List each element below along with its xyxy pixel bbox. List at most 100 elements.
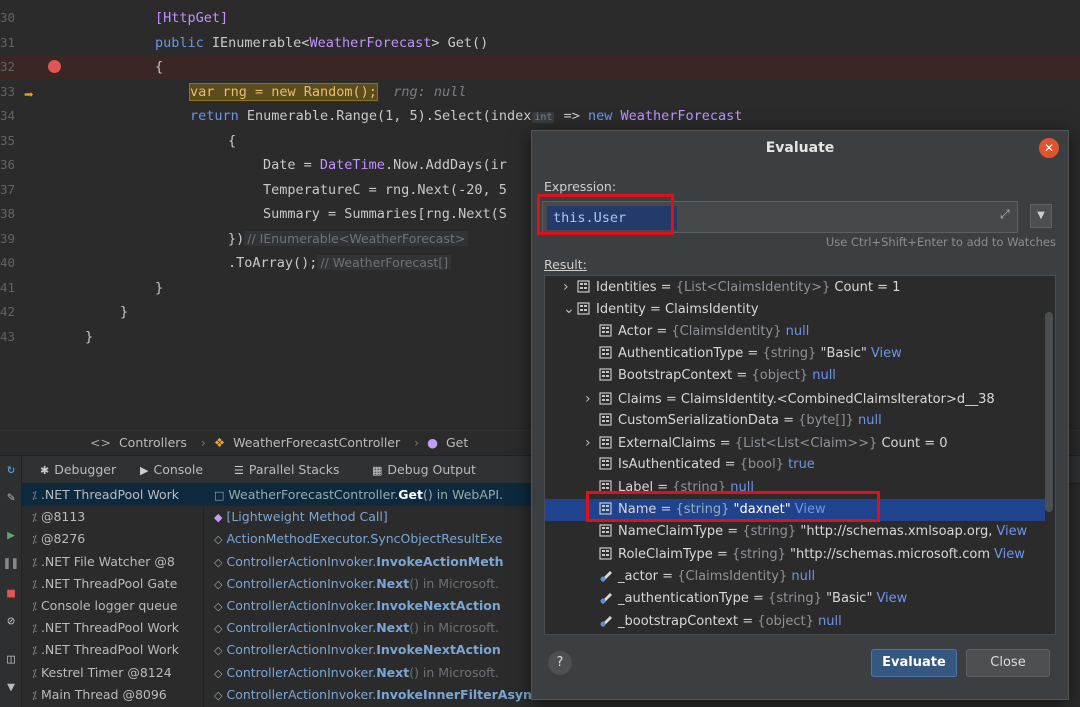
tree-node[interactable]: Actor = {ClaimsIdentity} null: [545, 321, 1045, 343]
tree-node[interactable]: _authenticationType = {string} "Basic" Vi…: [545, 588, 1045, 610]
close-icon[interactable]: ✕: [1039, 138, 1059, 158]
line-number: 42: [0, 304, 16, 319]
tab-debugger[interactable]: ✱ Debugger: [40, 456, 116, 484]
code-line[interactable]: 33 ➡ var rng = new Random(); rng: null: [0, 80, 1080, 104]
tree-node[interactable]: AuthenticationType = {string} "Basic" Vie…: [545, 343, 1045, 365]
stack-frame[interactable]: ◇ ControllerActionInvoker.InvokeInnerFilt…: [204, 684, 534, 706]
tree-node[interactable]: › ExternalClaims = {List<List<Claim>>} Co…: [545, 432, 1045, 454]
help-button[interactable]: ?: [548, 651, 572, 675]
result-label: Result:: [544, 257, 587, 272]
stack-frame[interactable]: ◇ ControllerActionInvoker.InvokeNextActio…: [204, 595, 534, 617]
stack-frame[interactable]: ◇ ControllerActionInvoker.InvokeActionMet…: [204, 551, 534, 573]
stack-frame[interactable]: ◇ ControllerActionInvoker.Next() in Micro…: [204, 573, 534, 595]
breadcrumb-item-method[interactable]: Get: [446, 435, 468, 450]
tree-scrollbar[interactable]: [1045, 312, 1053, 512]
tree-node[interactable]: › Claims = ClaimsIdentity.<CombinedClaims…: [545, 388, 1045, 410]
frame-base: [Lightweight Method Call]: [226, 509, 388, 525]
close-button[interactable]: Close: [966, 649, 1050, 677]
thread-item[interactable]: ⁒ Kestrel Timer @8124: [22, 662, 203, 684]
thread-item[interactable]: ⁒ .NET ThreadPool Gate: [22, 573, 203, 595]
stack-frame[interactable]: ◇ ControllerActionInvoker.Next() in Micro…: [204, 617, 534, 639]
layout-icon[interactable]: ◫: [3, 652, 19, 668]
node-name: Identities: [596, 280, 657, 295]
line-number: 41: [0, 279, 16, 295]
tree-node[interactable]: › Identities = {List<ClaimsIdentity>} Cou…: [545, 276, 1045, 298]
property-icon: [599, 456, 613, 470]
node-value: null: [812, 368, 836, 384]
code-line[interactable]: 31 public IEnumerable<WeatherForecast> Ge…: [0, 31, 1080, 55]
view-link[interactable]: View: [996, 524, 1027, 539]
settings-icon[interactable]: ✎: [3, 490, 19, 506]
thread-item[interactable]: ⁒ @8276: [22, 528, 203, 550]
equals-sign: =: [723, 524, 743, 540]
expand-arrow-icon[interactable]: ›: [585, 388, 599, 410]
evaluate-button[interactable]: Evaluate: [871, 649, 957, 677]
line-number: 36: [0, 157, 16, 172]
tree-node[interactable]: BootstrapContext = {object} null: [545, 365, 1045, 387]
node-type: {object}: [751, 368, 809, 384]
filter-icon[interactable]: ▼: [3, 680, 19, 696]
breakpoint-icon[interactable]: [48, 60, 61, 73]
node-type: {ClaimsIdentity}: [677, 568, 788, 584]
code-token: WeatherForecast: [309, 34, 432, 51]
stack-frame[interactable]: □ WeatherForecastController.Get() in WebA…: [204, 484, 534, 507]
pause-icon[interactable]: ❚❚: [3, 556, 19, 572]
private-field-icon: [599, 613, 613, 627]
thread-item[interactable]: ⁒ .NET File Watcher @8: [22, 551, 203, 573]
tab-parallel-stacks[interactable]: ☰ Parallel Stacks: [234, 456, 340, 484]
frame-base: ControllerActionInvoker.: [226, 553, 377, 569]
evaluate-dialog: Evaluate ✕ Expression: ⤢ ▼ Use Ctrl+Shif…: [531, 130, 1069, 700]
breadcrumb-separator: ›: [200, 435, 206, 450]
breadcrumb-item-class[interactable]: WeatherForecastController: [233, 435, 400, 450]
mute-breakpoints-icon[interactable]: ⊘: [3, 614, 19, 630]
code-text: {: [228, 129, 236, 153]
tab-console[interactable]: ▶ Console: [140, 456, 203, 484]
thread-item[interactable]: ⁒ Console logger queue: [22, 595, 203, 617]
line-number: 43: [0, 328, 16, 344]
expand-arrow-icon[interactable]: ⌄: [563, 298, 577, 320]
node-name: ExternalClaims: [618, 436, 716, 452]
breadcrumb-item-controllers[interactable]: Controllers: [119, 435, 187, 450]
history-dropdown-button[interactable]: ▼: [1030, 204, 1052, 228]
frame-icon: ◇: [214, 688, 223, 702]
stack-frame[interactable]: ◇ ControllerActionInvoker.Next() in Micro…: [204, 662, 534, 684]
tree-node[interactable]: _actor = {ClaimsIdentity} null: [545, 566, 1045, 588]
result-tree[interactable]: › Identities = {List<ClaimsIdentity>} Cou…: [544, 275, 1056, 635]
stack-frame[interactable]: ◆ [Lightweight Method Call]: [204, 506, 534, 528]
expression-label: Expression:: [544, 179, 617, 194]
tree-node[interactable]: ⌄ Identity = ClaimsIdentity: [545, 298, 1045, 320]
frame-method: InvokeActionMeth: [376, 553, 504, 569]
method-icon: ●: [427, 435, 439, 450]
expand-arrow-icon[interactable]: ›: [585, 432, 599, 454]
view-link[interactable]: View: [876, 591, 907, 606]
expand-icon[interactable]: ⤢: [1000, 207, 1010, 222]
tree-node[interactable]: NameClaimType = {string} "http://schemas…: [545, 521, 1045, 543]
code-line[interactable]: 34 return Enumerable.Range(1, 5).Select(i…: [0, 104, 1080, 128]
code-line[interactable]: 30 [HttpGet]: [0, 6, 1080, 30]
tree-node[interactable]: RoleClaimType = {string} "http://schemas…: [545, 544, 1045, 566]
tree-node[interactable]: IsAuthenticated = {bool} true: [545, 454, 1045, 476]
node-type: {object}: [757, 613, 814, 629]
tab-debug-output[interactable]: ▦ Debug Output: [372, 456, 476, 484]
code-line[interactable]: 32 {: [0, 55, 1080, 79]
view-link[interactable]: View: [994, 547, 1025, 562]
thread-item[interactable]: ⁒ Main Thread @8096: [22, 684, 203, 706]
rerun-icon[interactable]: ↻: [3, 462, 19, 478]
node-name: BootstrapContext: [618, 368, 733, 384]
code-token: [HttpGet]: [155, 10, 229, 26]
resume-icon[interactable]: ▶: [3, 528, 19, 544]
code-token: }: [155, 279, 164, 296]
thread-item[interactable]: ⁒ .NET ThreadPool Work: [22, 617, 203, 639]
stop-icon[interactable]: ■: [3, 586, 19, 602]
tree-node[interactable]: CustomSerializationData = {byte[]} null: [545, 410, 1045, 432]
view-link[interactable]: View: [871, 346, 902, 361]
thread-item[interactable]: ⁒ .NET ThreadPool Work: [22, 484, 203, 507]
expand-arrow-icon[interactable]: ›: [563, 276, 577, 298]
tree-node[interactable]: _bootstrapContext = {object} null: [545, 611, 1045, 633]
stack-frame[interactable]: ◇ ActionMethodExecutor.SyncObjectResultEx…: [204, 528, 534, 550]
stack-frame[interactable]: ◇ ControllerActionInvoker.InvokeNextActio…: [204, 639, 534, 661]
thread-label: Main Thread @8096: [40, 686, 167, 702]
thread-item[interactable]: ⁒ .NET ThreadPool Work: [22, 639, 203, 661]
thread-item[interactable]: ⁒ @8113: [22, 506, 203, 528]
frame-icon: ◆: [214, 511, 223, 525]
